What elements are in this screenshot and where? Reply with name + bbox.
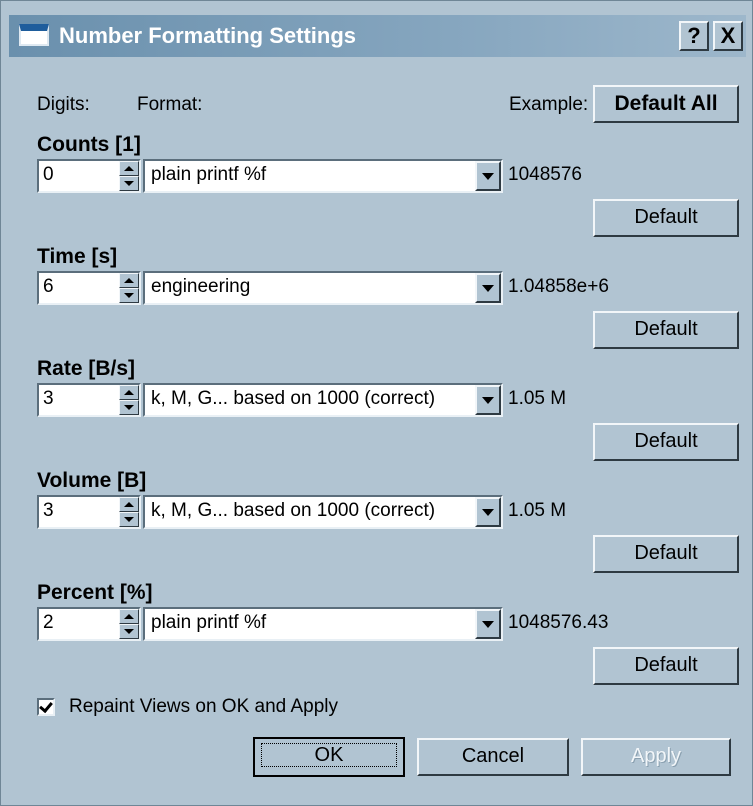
digits-spinner-rate[interactable]: 3 [37, 383, 141, 417]
section-title-percent: Percent [%] [37, 581, 153, 604]
spin-up-icon[interactable] [119, 609, 139, 624]
spin-up-icon[interactable] [119, 497, 139, 512]
help-button[interactable]: ? [679, 21, 709, 51]
format-value: plain printf %f [151, 612, 267, 633]
spin-down-icon[interactable] [119, 400, 139, 415]
digits-value: 6 [43, 276, 54, 297]
digits-spinner-time[interactable]: 6 [37, 271, 141, 305]
spin-down-icon[interactable] [119, 176, 139, 191]
ok-button[interactable]: OK [253, 737, 405, 777]
example-value-counts: 1048576 [508, 164, 582, 185]
format-value: k, M, G... based on 1000 (correct) [151, 500, 436, 521]
chevron-down-icon[interactable] [475, 609, 501, 639]
chevron-down-icon[interactable] [475, 273, 501, 303]
example-value-volume: 1.05 M [508, 500, 567, 521]
format-dropdown-rate[interactable]: k, M, G... based on 1000 (correct) [143, 383, 503, 417]
number-formatting-dialog: Number Formatting Settings ? X Digits: F… [0, 0, 753, 806]
cancel-button[interactable]: Cancel [417, 738, 569, 776]
spin-down-icon[interactable] [119, 624, 139, 639]
digits-column-label: Digits: [37, 94, 90, 115]
title-bar[interactable]: Number Formatting Settings ? X [9, 15, 746, 57]
section-title-rate: Rate [B/s] [37, 357, 136, 380]
section-title-time: Time [s] [37, 245, 118, 268]
default-button-percent[interactable]: Default [593, 647, 739, 685]
format-value: engineering [151, 276, 251, 297]
chevron-down-icon[interactable] [475, 161, 501, 191]
repaint-checkbox[interactable] [37, 698, 55, 716]
format-dropdown-percent[interactable]: plain printf %f [143, 607, 503, 641]
digits-value: 3 [43, 500, 54, 521]
ok-button-label: OK [261, 743, 397, 767]
example-column-label: Example: [509, 94, 589, 115]
spin-down-icon[interactable] [119, 512, 139, 527]
chevron-down-icon[interactable] [475, 497, 501, 527]
format-dropdown-time[interactable]: engineering [143, 271, 503, 305]
spin-up-icon[interactable] [119, 161, 139, 176]
example-value-rate: 1.05 M [508, 388, 567, 409]
digits-value: 3 [43, 388, 54, 409]
default-all-button[interactable]: Default All [593, 85, 739, 123]
apply-button[interactable]: Apply [581, 738, 731, 776]
digits-spinner-counts[interactable]: 0 [37, 159, 141, 193]
section-title-volume: Volume [B] [37, 469, 147, 492]
format-dropdown-counts[interactable]: plain printf %f [143, 159, 503, 193]
digits-value: 0 [43, 164, 54, 185]
default-button-time[interactable]: Default [593, 311, 739, 349]
spin-up-icon[interactable] [119, 273, 139, 288]
default-button-counts[interactable]: Default [593, 199, 739, 237]
window-title: Number Formatting Settings [59, 23, 357, 48]
format-value: plain printf %f [151, 164, 267, 185]
format-column-label: Format: [137, 94, 203, 115]
digits-spinner-percent[interactable]: 2 [37, 607, 141, 641]
repaint-checkbox-label[interactable]: Repaint Views on OK and Apply [69, 696, 338, 718]
example-value-time: 1.04858e+6 [508, 276, 609, 297]
default-button-rate[interactable]: Default [593, 423, 739, 461]
default-button-volume[interactable]: Default [593, 535, 739, 573]
spin-down-icon[interactable] [119, 288, 139, 303]
section-title-counts: Counts [1] [37, 133, 141, 156]
window-icon [19, 24, 49, 46]
digits-spinner-volume[interactable]: 3 [37, 495, 141, 529]
example-value-percent: 1048576.43 [508, 612, 609, 633]
format-value: k, M, G... based on 1000 (correct) [151, 388, 436, 409]
format-dropdown-volume[interactable]: k, M, G... based on 1000 (correct) [143, 495, 503, 529]
spin-up-icon[interactable] [119, 385, 139, 400]
chevron-down-icon[interactable] [475, 385, 501, 415]
close-button[interactable]: X [713, 21, 743, 51]
digits-value: 2 [43, 612, 54, 633]
